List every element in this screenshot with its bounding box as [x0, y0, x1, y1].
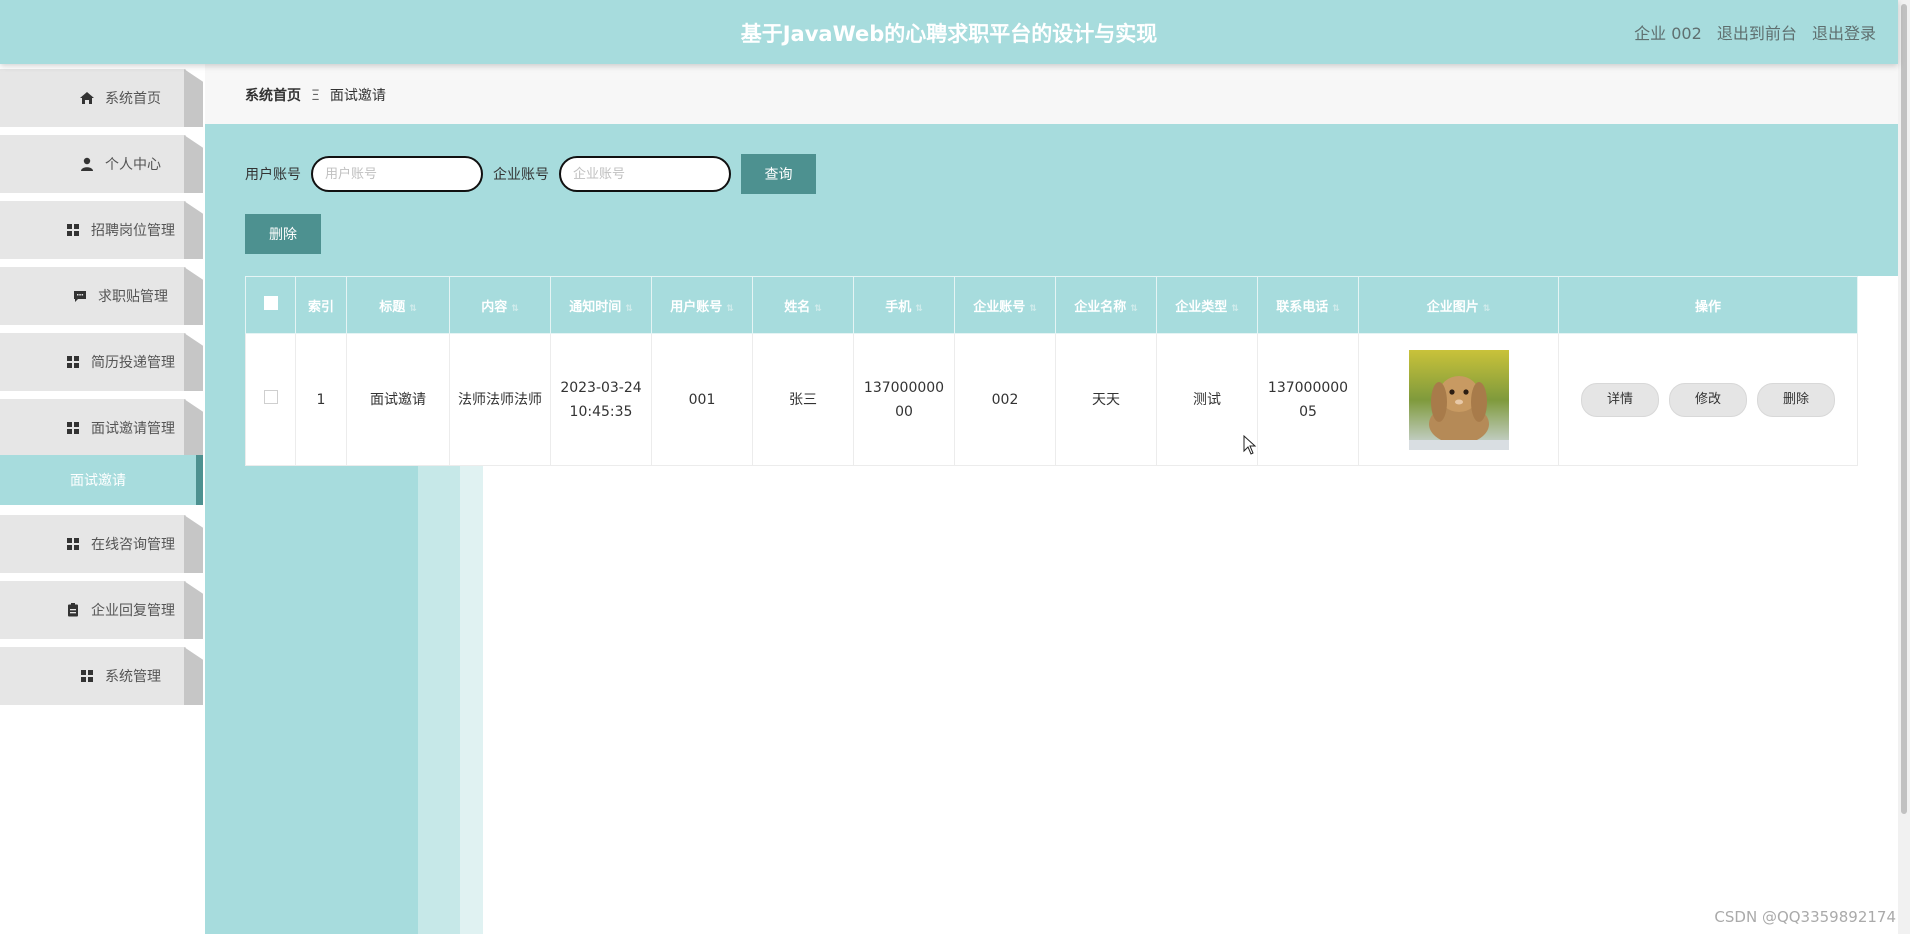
cell-company-image — [1358, 333, 1559, 466]
person-icon — [79, 156, 95, 172]
top-header: 基于JavaWeb的心聘求职平台的设计与实现 企业 002 退出到前台 退出登录 — [0, 0, 1898, 64]
clipboard-icon — [65, 602, 81, 618]
grid-icon — [65, 222, 81, 238]
column-header-company-account[interactable]: 企业账号 ⇅ — [954, 276, 1056, 334]
sidebar-item-label: 系统管理 — [105, 669, 161, 685]
sort-icon[interactable]: ⇅ — [1231, 304, 1239, 314]
edit-button[interactable]: 修改 — [1669, 382, 1747, 417]
app-title: 基于JavaWeb的心聘求职平台的设计与实现 — [740, 22, 1158, 46]
column-header-contact-phone[interactable]: 联系电话 ⇅ — [1257, 276, 1359, 334]
chat-icon — [72, 288, 88, 304]
sort-icon[interactable]: ⇅ — [625, 304, 633, 314]
page-scrollbar[interactable] — [1898, 0, 1910, 934]
column-header-index[interactable]: 索引 — [295, 276, 347, 334]
column-header-actions: 操作 — [1558, 276, 1858, 334]
breadcrumb-home[interactable]: 系统首页 — [245, 88, 301, 104]
column-header-name[interactable]: 姓名 ⇅ — [752, 276, 854, 334]
sort-icon[interactable]: ⇅ — [1332, 304, 1340, 314]
watermark: CSDN @QQ3359892174 — [1714, 908, 1896, 926]
sidebar: 系统首页 个人中心 招聘岗位管理 求职贴管理 简历投递管理 面试邀请管理 面试邀… — [0, 64, 206, 934]
sidebar-item-resume-delivery[interactable]: 简历投递管理 — [0, 333, 203, 391]
cell-content: 法师法师法师 — [449, 333, 551, 466]
select-all-cell — [245, 276, 296, 334]
sidebar-item-label: 系统首页 — [105, 91, 161, 107]
cell-company-name: 天天 — [1055, 333, 1157, 466]
current-user-label: 企业 002 — [1634, 24, 1702, 43]
breadcrumb-current: 面试邀请 — [329, 88, 386, 104]
cell-index: 1 — [295, 333, 347, 466]
sort-icon[interactable]: ⇅ — [409, 304, 417, 314]
cell-user-account: 001 — [651, 333, 753, 466]
sort-icon[interactable]: ⇅ — [1029, 304, 1037, 314]
row-checkbox[interactable] — [263, 389, 278, 404]
top-links: 企业 002 退出到前台 退出登录 — [1624, 20, 1876, 44]
query-button[interactable]: 查询 — [741, 154, 816, 194]
grid-icon — [65, 354, 81, 370]
grid-icon — [65, 420, 81, 436]
sidebar-item-online-consult[interactable]: 在线咨询管理 — [0, 515, 203, 573]
breadcrumb-separator: Ξ — [311, 88, 320, 104]
home-icon — [79, 90, 95, 106]
sidebar-item-label: 在线咨询管理 — [91, 537, 175, 553]
cell-company-account: 002 — [954, 333, 1056, 466]
table-row: 1 面试邀请 法师法师法师 2023-03-24 10:45:35 001 张三… — [245, 333, 1858, 466]
column-header-phone[interactable]: 手机 ⇅ — [853, 276, 955, 334]
user-account-label: 用户账号 — [245, 167, 301, 183]
column-header-company-type[interactable]: 企业类型 ⇅ — [1156, 276, 1258, 334]
cell-phone: 13700000000 — [853, 333, 955, 466]
mouse-cursor-icon — [1243, 435, 1257, 455]
grid-icon — [65, 536, 81, 552]
interview-invite-table: 索引 标题 ⇅ 内容 ⇅ 通知时间 ⇅ 用户账号 ⇅ 姓名 ⇅ 手机 ⇅ 企业账号 ⇅ 企业名… — [245, 276, 1858, 466]
cell-time: 2023-03-24 10:45:35 — [550, 333, 652, 466]
logout-link[interactable]: 退出登录 — [1812, 24, 1876, 43]
search-form: 用户账号 企业账号 查询 — [245, 154, 816, 194]
sidebar-item-label: 求职贴管理 — [98, 289, 168, 305]
cell-title: 面试邀请 — [346, 333, 450, 466]
table-header-row: 索引 标题 ⇅ 内容 ⇅ 通知时间 ⇅ 用户账号 ⇅ 姓名 ⇅ 手机 ⇅ 企业账号 ⇅ 企业名… — [245, 276, 1858, 334]
content-header-band — [205, 124, 1898, 276]
sort-icon[interactable]: ⇅ — [1483, 304, 1491, 314]
column-header-content[interactable]: 内容 ⇅ — [449, 276, 551, 334]
grid-icon — [79, 668, 95, 684]
user-account-input[interactable] — [311, 156, 483, 192]
sidebar-item-label: 简历投递管理 — [91, 355, 175, 371]
sidebar-item-label: 面试邀请管理 — [91, 421, 175, 437]
sidebar-item-interview-invites[interactable]: 面试邀请管理 — [0, 399, 203, 457]
column-header-company-name[interactable]: 企业名称 ⇅ — [1055, 276, 1157, 334]
sidebar-subitem-interview-invite[interactable]: 面试邀请 — [0, 455, 203, 505]
company-account-label: 企业账号 — [493, 167, 549, 183]
cell-actions: 详情 修改 删除 — [1558, 333, 1858, 466]
sort-icon[interactable]: ⇅ — [726, 304, 734, 314]
sidebar-item-label: 个人中心 — [105, 157, 161, 173]
sidebar-item-job-posts[interactable]: 招聘岗位管理 — [0, 201, 203, 259]
scrollbar-thumb[interactable] — [1901, 4, 1907, 814]
breadcrumb: 系统首页 Ξ 面试邀请 — [205, 64, 1898, 124]
select-all-checkbox[interactable] — [263, 296, 278, 310]
front-page-link[interactable]: 退出到前台 — [1717, 24, 1797, 43]
company-image-rabbit-photo[interactable] — [1408, 349, 1509, 450]
sidebar-item-personal-center[interactable]: 个人中心 — [0, 135, 203, 193]
sort-icon[interactable]: ⇅ — [814, 304, 822, 314]
sidebar-item-job-seeking-posts[interactable]: 求职贴管理 — [0, 267, 203, 325]
sidebar-item-company-reply[interactable]: 企业回复管理 — [0, 581, 203, 639]
cell-name: 张三 — [752, 333, 854, 466]
sidebar-item-home[interactable]: 系统首页 — [0, 69, 203, 127]
column-header-company-image[interactable]: 企业图片 ⇅ — [1358, 276, 1559, 334]
row-select-cell — [245, 333, 296, 466]
row-delete-button[interactable]: 删除 — [1757, 382, 1835, 417]
sort-icon[interactable]: ⇅ — [1130, 304, 1138, 314]
sort-icon[interactable]: ⇅ — [915, 304, 923, 314]
batch-delete-button[interactable]: 删除 — [245, 214, 321, 254]
sidebar-item-label: 企业回复管理 — [91, 603, 175, 619]
column-header-title[interactable]: 标题 ⇅ — [346, 276, 450, 334]
sidebar-item-label: 招聘岗位管理 — [91, 223, 175, 239]
company-account-input[interactable] — [559, 156, 731, 192]
detail-button[interactable]: 详情 — [1581, 382, 1659, 417]
column-header-user-account[interactable]: 用户账号 ⇅ — [651, 276, 753, 334]
sort-icon[interactable]: ⇅ — [511, 304, 519, 314]
column-header-time[interactable]: 通知时间 ⇅ — [550, 276, 652, 334]
sidebar-item-system-management[interactable]: 系统管理 — [0, 647, 203, 705]
cell-contact-phone: 13700000005 — [1257, 333, 1359, 466]
